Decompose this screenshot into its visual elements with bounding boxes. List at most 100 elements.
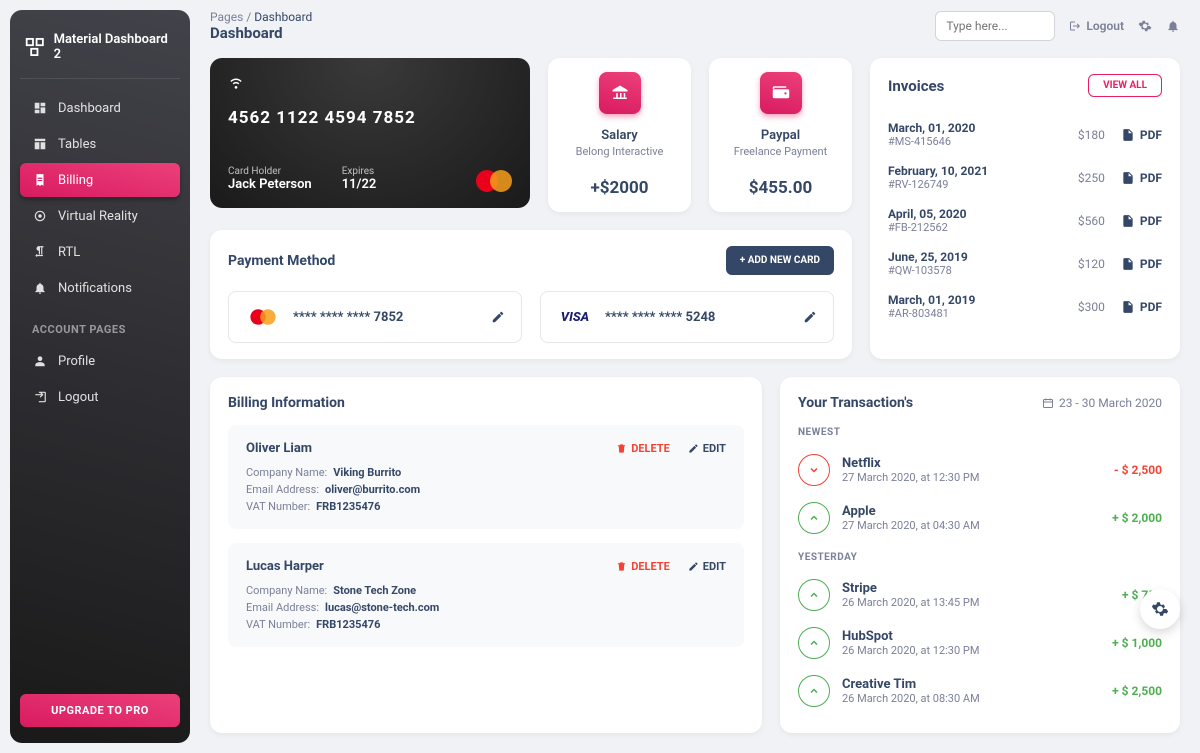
invoices-card: Invoices VIEW ALL March, 01, 2020#MS-415… bbox=[870, 58, 1180, 359]
sidebar-item-tables[interactable]: Tables bbox=[20, 127, 180, 161]
edit-button[interactable]: EDIT bbox=[688, 442, 726, 455]
delete-button[interactable]: DELETE bbox=[616, 442, 670, 455]
sidebar-item-notifications[interactable]: Notifications bbox=[20, 271, 180, 305]
delete-button[interactable]: DELETE bbox=[616, 560, 670, 573]
logout-link[interactable]: Logout bbox=[1069, 19, 1124, 33]
page-title: Dashboard bbox=[210, 24, 312, 42]
pdf-icon bbox=[1121, 128, 1135, 142]
breadcrumb: Pages / Dashboard bbox=[210, 10, 312, 24]
view-all-button[interactable]: VIEW ALL bbox=[1088, 74, 1162, 97]
edit-button[interactable]: EDIT bbox=[688, 560, 726, 573]
gear-icon[interactable] bbox=[1138, 19, 1152, 33]
invoice-amount: $560 bbox=[1078, 214, 1105, 228]
sidebar-item-profile[interactable]: Profile bbox=[20, 344, 180, 378]
transaction-row: HubSpot26 March 2020, at 12:30 PM+ $ 1,0… bbox=[798, 619, 1162, 667]
nav-label: Billing bbox=[58, 173, 93, 188]
nav-label: RTL bbox=[58, 245, 80, 260]
transaction-name: Apple bbox=[842, 504, 1100, 519]
payment-card-item: VISA **** **** **** 5248 bbox=[540, 291, 834, 343]
invoice-row: March, 01, 2020#MS-415646$180PDF bbox=[888, 113, 1162, 156]
trans-section-newest: NEWEST bbox=[798, 427, 1162, 438]
transaction-name: Creative Tim bbox=[842, 677, 1100, 692]
invoice-amount: $180 bbox=[1078, 128, 1105, 142]
invoice-row: April, 05, 2020#FB-212562$560PDF bbox=[888, 199, 1162, 242]
card-number: **** **** **** 7852 bbox=[293, 310, 403, 325]
stat-amount: $455.00 bbox=[749, 178, 812, 198]
upgrade-button[interactable]: UPGRADE TO PRO bbox=[20, 694, 180, 727]
invoice-date: March, 01, 2019 bbox=[888, 293, 975, 307]
bell-icon[interactable] bbox=[1166, 19, 1180, 33]
add-card-button[interactable]: + ADD NEW CARD bbox=[726, 246, 834, 275]
transaction-amount: + $ 2,500 bbox=[1112, 684, 1162, 698]
invoice-pdf-link[interactable]: PDF bbox=[1121, 128, 1162, 142]
transaction-amount: - $ 2,500 bbox=[1114, 463, 1162, 477]
edit-icon[interactable] bbox=[491, 310, 505, 324]
stat-sub: Freelance Payment bbox=[734, 145, 827, 158]
invoice-pdf-link[interactable]: PDF bbox=[1121, 300, 1162, 314]
invoice-id: #RV-126749 bbox=[888, 178, 988, 191]
pdf-icon bbox=[1121, 171, 1135, 185]
logout-icon bbox=[1069, 20, 1081, 32]
payment-method-card: Payment Method + ADD NEW CARD **** **** … bbox=[210, 230, 852, 359]
settings-fab[interactable] bbox=[1140, 589, 1180, 629]
brand: Material Dashboard 2 bbox=[20, 26, 180, 79]
card-exp: 11/22 bbox=[342, 177, 377, 192]
vr-icon bbox=[32, 208, 48, 224]
invoice-id: #AR-803481 bbox=[888, 307, 975, 320]
billing-name: Lucas Harper bbox=[246, 559, 324, 574]
invoice-row: March, 01, 2019#AR-803481 $300 PDF bbox=[888, 285, 1162, 328]
stat-sub: Belong Interactive bbox=[576, 145, 664, 158]
transaction-time: 26 March 2020, at 13:45 PM bbox=[842, 596, 1110, 609]
invoice-date: February, 10, 2021 bbox=[888, 164, 988, 178]
sidebar: Material Dashboard 2 Dashboard Tables Bill… bbox=[10, 10, 190, 743]
sidebar-item-billing[interactable]: Billing bbox=[20, 163, 180, 197]
transaction-time: 27 March 2020, at 04:30 AM bbox=[842, 519, 1100, 532]
pdf-icon bbox=[1121, 300, 1135, 314]
gear-icon bbox=[1151, 600, 1169, 618]
invoice-pdf-link[interactable]: PDF bbox=[1121, 257, 1162, 271]
sidebar-item-rtl[interactable]: RTL bbox=[20, 235, 180, 269]
sidebar-item-virtual-reality[interactable]: Virtual Reality bbox=[20, 199, 180, 233]
sidebar-item-dashboard[interactable]: Dashboard bbox=[20, 91, 180, 125]
transaction-time: 26 March 2020, at 08:30 AM bbox=[842, 692, 1100, 705]
invoice-amount: $120 bbox=[1078, 257, 1105, 271]
invoice-pdf-link[interactable]: PDF bbox=[1121, 214, 1162, 228]
invoice-pdf-link[interactable]: PDF bbox=[1121, 171, 1162, 185]
arrow-down-icon bbox=[798, 454, 830, 486]
breadcrumb-parent[interactable]: Pages bbox=[210, 10, 243, 24]
invoice-date: April, 05, 2020 bbox=[888, 207, 967, 221]
search-input[interactable] bbox=[935, 11, 1055, 41]
card-exp-label: Expires bbox=[342, 166, 377, 177]
invoice-id: #MS-415646 bbox=[888, 135, 975, 148]
invoice-amount: $300 bbox=[1078, 300, 1105, 314]
stat-title: Paypal bbox=[761, 128, 800, 143]
transaction-name: HubSpot bbox=[842, 629, 1100, 644]
billing-name: Oliver Liam bbox=[246, 441, 312, 456]
transaction-amount: + $ 2,000 bbox=[1112, 511, 1162, 525]
transaction-amount: + $ 1,000 bbox=[1112, 636, 1162, 650]
card-number: **** **** **** 5248 bbox=[605, 310, 715, 325]
visa-icon: VISA bbox=[561, 310, 589, 325]
billing-item: Lucas HarperDELETEEDITCompany Name:Stone… bbox=[228, 543, 744, 647]
user-icon bbox=[32, 353, 48, 369]
card-holder-label: Card Holder bbox=[228, 166, 312, 177]
card-holder: Jack Peterson bbox=[228, 177, 312, 192]
sidebar-section-title: ACCOUNT PAGES bbox=[32, 323, 180, 336]
invoice-row: February, 10, 2021#RV-126749$250PDF bbox=[888, 156, 1162, 199]
main: Pages / Dashboard Dashboard Logout bbox=[200, 0, 1200, 753]
table-icon bbox=[32, 136, 48, 152]
dashboard-icon bbox=[32, 100, 48, 116]
wifi-icon bbox=[228, 74, 512, 90]
stat-paypal: Paypal Freelance Payment $455.00 bbox=[709, 58, 852, 212]
stat-amount: +$2000 bbox=[590, 178, 648, 198]
edit-icon[interactable] bbox=[803, 310, 817, 324]
payment-card-item: **** **** **** 7852 bbox=[228, 291, 522, 343]
breadcrumb-current: Dashboard bbox=[254, 10, 312, 24]
logout-icon bbox=[32, 389, 48, 405]
brand-icon bbox=[24, 36, 46, 58]
nav-label: Profile bbox=[58, 354, 95, 369]
transactions-range: 23 - 30 March 2020 bbox=[1042, 396, 1162, 410]
sidebar-item-logout[interactable]: Logout bbox=[20, 380, 180, 414]
nav-label: Tables bbox=[58, 137, 96, 152]
card-number: 4562 1122 4594 7852 bbox=[228, 108, 512, 128]
